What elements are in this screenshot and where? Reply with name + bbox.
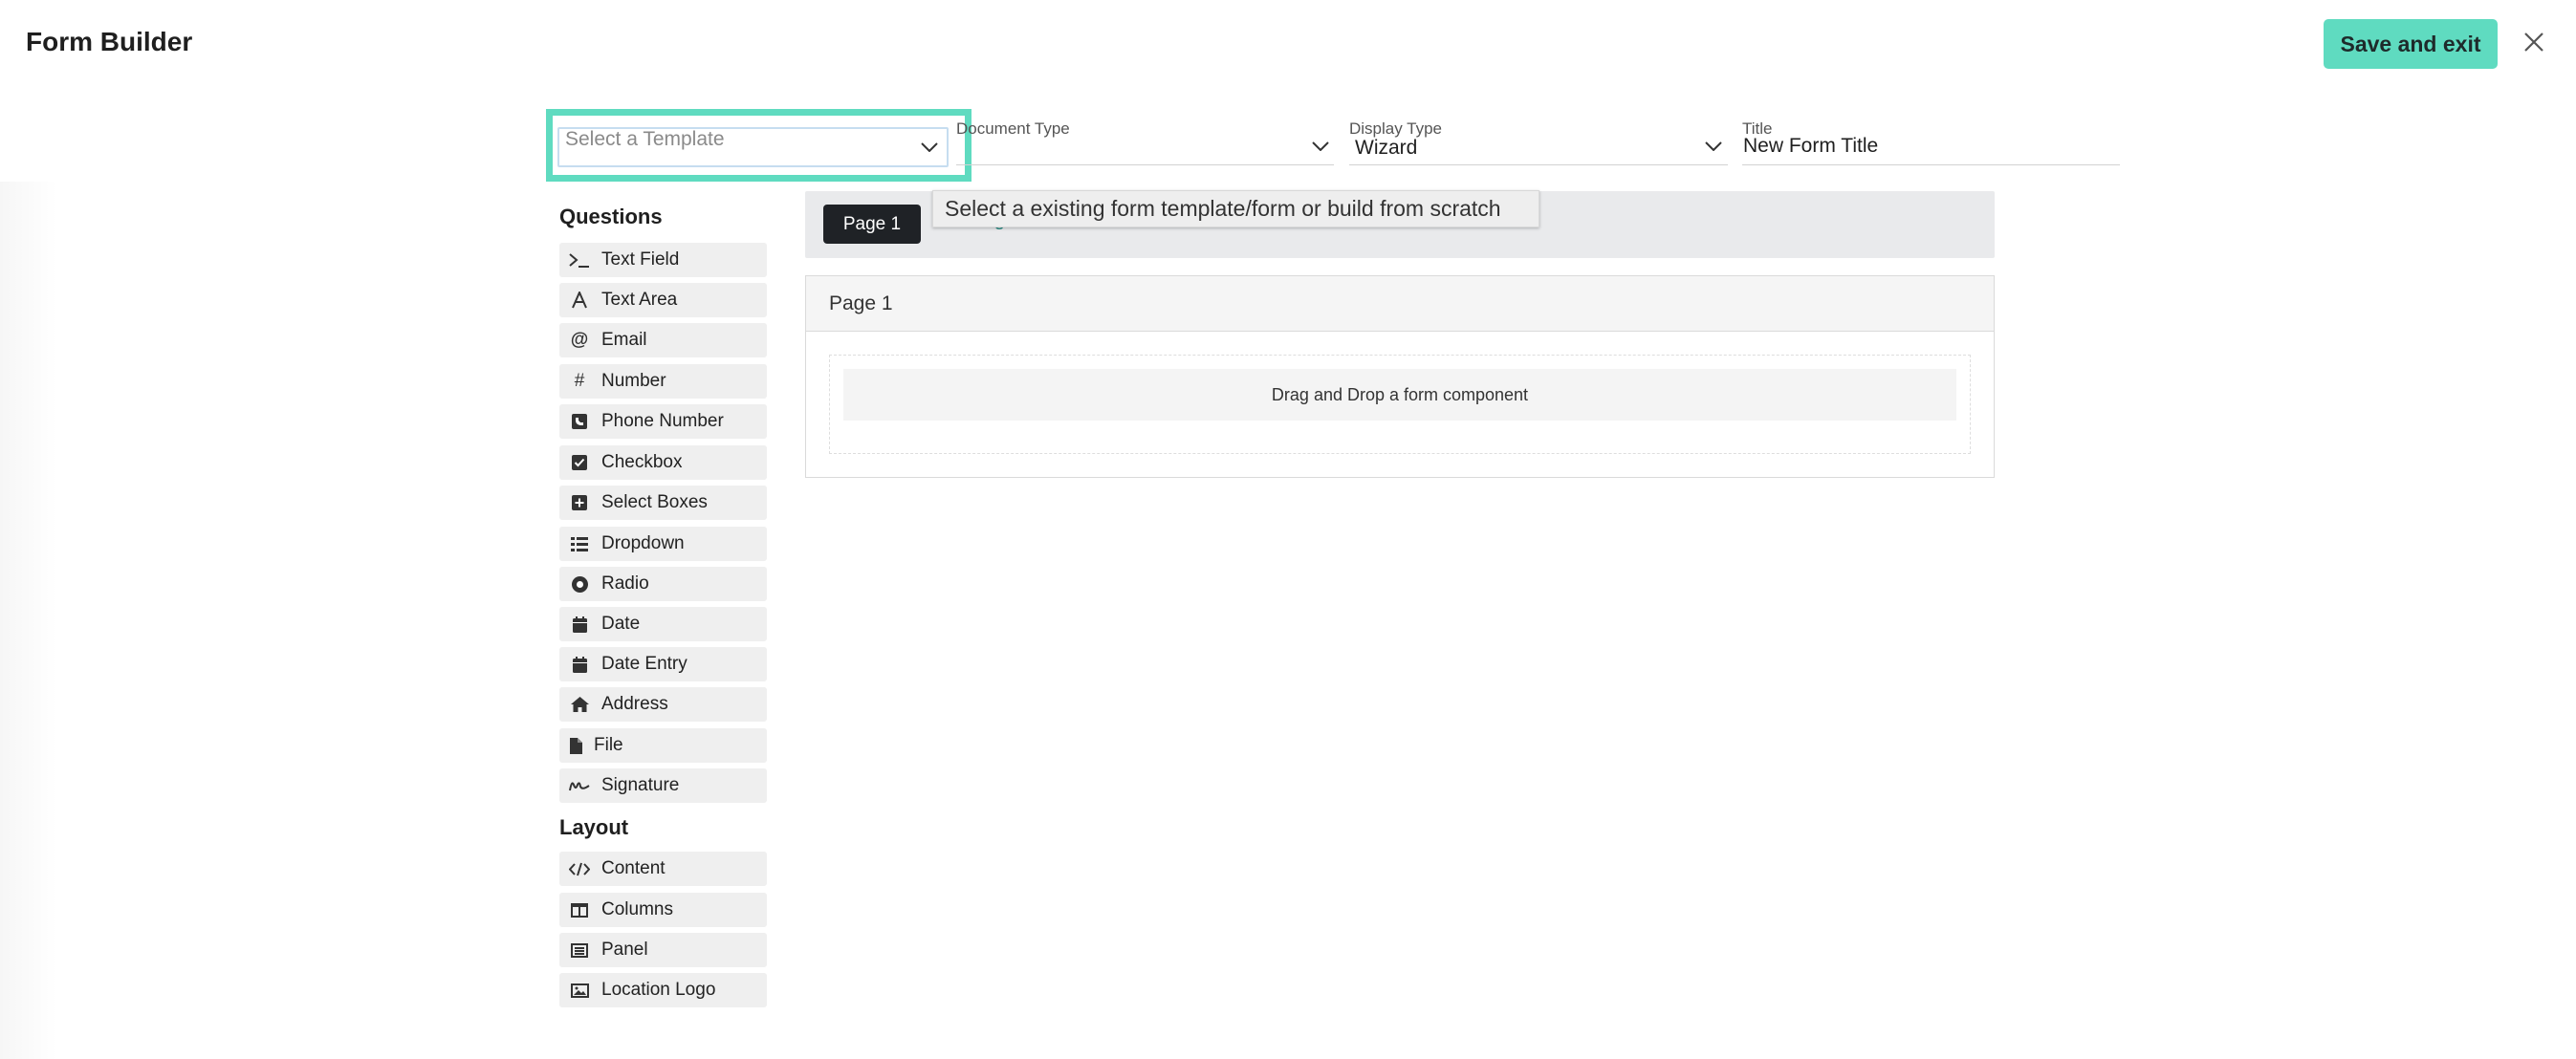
component-text-area[interactable]: Text Area xyxy=(559,283,767,317)
component-label: Panel xyxy=(601,940,648,960)
component-columns[interactable]: Columns xyxy=(559,893,767,927)
page-title: Form Builder xyxy=(26,27,193,56)
list-icon xyxy=(569,533,590,554)
template-placeholder: Select a Template xyxy=(565,128,725,150)
component-date[interactable]: Date xyxy=(559,607,767,641)
template-tooltip: Select a existing form template/form or … xyxy=(932,190,1539,227)
plus-square-icon xyxy=(569,492,590,513)
field-underline xyxy=(956,164,1334,165)
display-type-select[interactable]: Display Type Wizard xyxy=(1349,119,1728,166)
component-radio[interactable]: Radio xyxy=(559,567,767,601)
display-type-label: Display Type xyxy=(1349,119,1443,138)
component-content[interactable]: Content xyxy=(559,852,767,886)
drop-hint: Drag and Drop a form component xyxy=(843,369,1956,421)
chevron-down-icon xyxy=(921,142,938,152)
component-label: Signature xyxy=(601,775,680,795)
check-square-icon xyxy=(569,452,590,473)
component-label: Location Logo xyxy=(601,980,716,1000)
calendar-icon xyxy=(569,614,590,635)
font-icon xyxy=(569,290,590,311)
component-file[interactable]: File xyxy=(559,728,767,763)
list-alt-icon xyxy=(569,940,590,961)
document-type-label: Document Type xyxy=(956,119,1070,138)
component-label: File xyxy=(594,735,623,755)
display-type-value: Wizard xyxy=(1355,137,1418,159)
component-label: Text Field xyxy=(601,249,680,270)
drop-zone[interactable]: Drag and Drop a form component xyxy=(829,355,1971,454)
component-number[interactable]: # Number xyxy=(559,364,767,399)
chevron-down-icon xyxy=(1312,141,1329,151)
left-shadow xyxy=(0,182,57,1059)
component-label: Columns xyxy=(601,899,673,919)
component-label: Date Entry xyxy=(601,654,688,674)
home-icon xyxy=(569,694,590,715)
hash-icon: # xyxy=(574,371,585,391)
panel-title: Page 1 xyxy=(806,276,1994,332)
component-panel[interactable]: Panel xyxy=(559,933,767,967)
component-label: Checkbox xyxy=(601,452,683,472)
component-email[interactable]: @ Email xyxy=(559,323,767,357)
document-type-select[interactable]: Document Type xyxy=(956,119,1334,166)
template-select[interactable]: Select a Template xyxy=(557,127,949,167)
page-panel: Page 1 Drag and Drop a form component xyxy=(805,275,1995,478)
component-date-entry[interactable]: Date Entry xyxy=(559,647,767,681)
component-checkbox[interactable]: Checkbox xyxy=(559,445,767,480)
dot-circle-icon xyxy=(569,573,590,594)
component-label: Number xyxy=(601,371,666,391)
component-label: Content xyxy=(601,858,666,878)
component-select-boxes[interactable]: Select Boxes xyxy=(559,486,767,520)
chevron-down-icon xyxy=(1705,141,1722,151)
phone-square-icon xyxy=(569,411,590,432)
component-label: Email xyxy=(601,330,647,350)
columns-icon xyxy=(569,899,590,920)
calendar-icon xyxy=(569,654,590,675)
component-address[interactable]: Address xyxy=(559,687,767,722)
component-label: Dropdown xyxy=(601,533,685,553)
field-underline xyxy=(1742,164,2120,165)
at-icon: @ xyxy=(570,330,589,350)
signature-icon xyxy=(569,775,590,796)
component-label: Date xyxy=(601,614,641,634)
component-dropdown[interactable]: Dropdown xyxy=(559,527,767,561)
component-label: Text Area xyxy=(601,290,678,310)
component-text-field[interactable]: Text Field xyxy=(559,243,767,277)
component-label: Address xyxy=(601,694,668,714)
tab-page-1[interactable]: Page 1 xyxy=(823,205,921,244)
component-phone-number[interactable]: Phone Number xyxy=(559,404,767,439)
component-location-logo[interactable]: Location Logo xyxy=(559,973,767,1007)
code-icon xyxy=(569,858,590,879)
field-underline xyxy=(1349,164,1728,165)
image-icon xyxy=(569,980,590,1001)
terminal-icon xyxy=(569,249,590,270)
save-and-exit-button[interactable]: Save and exit xyxy=(2324,19,2498,69)
component-label: Select Boxes xyxy=(601,492,708,512)
close-icon[interactable] xyxy=(2521,29,2547,55)
component-signature[interactable]: Signature xyxy=(559,768,767,803)
title-field[interactable]: Title New Form Title xyxy=(1742,119,2120,166)
component-label: Radio xyxy=(601,573,649,594)
title-input[interactable]: New Form Title xyxy=(1743,135,1878,158)
file-icon xyxy=(569,735,582,756)
questions-heading: Questions xyxy=(559,205,663,228)
layout-heading: Layout xyxy=(559,815,629,839)
component-label: Phone Number xyxy=(601,411,724,431)
